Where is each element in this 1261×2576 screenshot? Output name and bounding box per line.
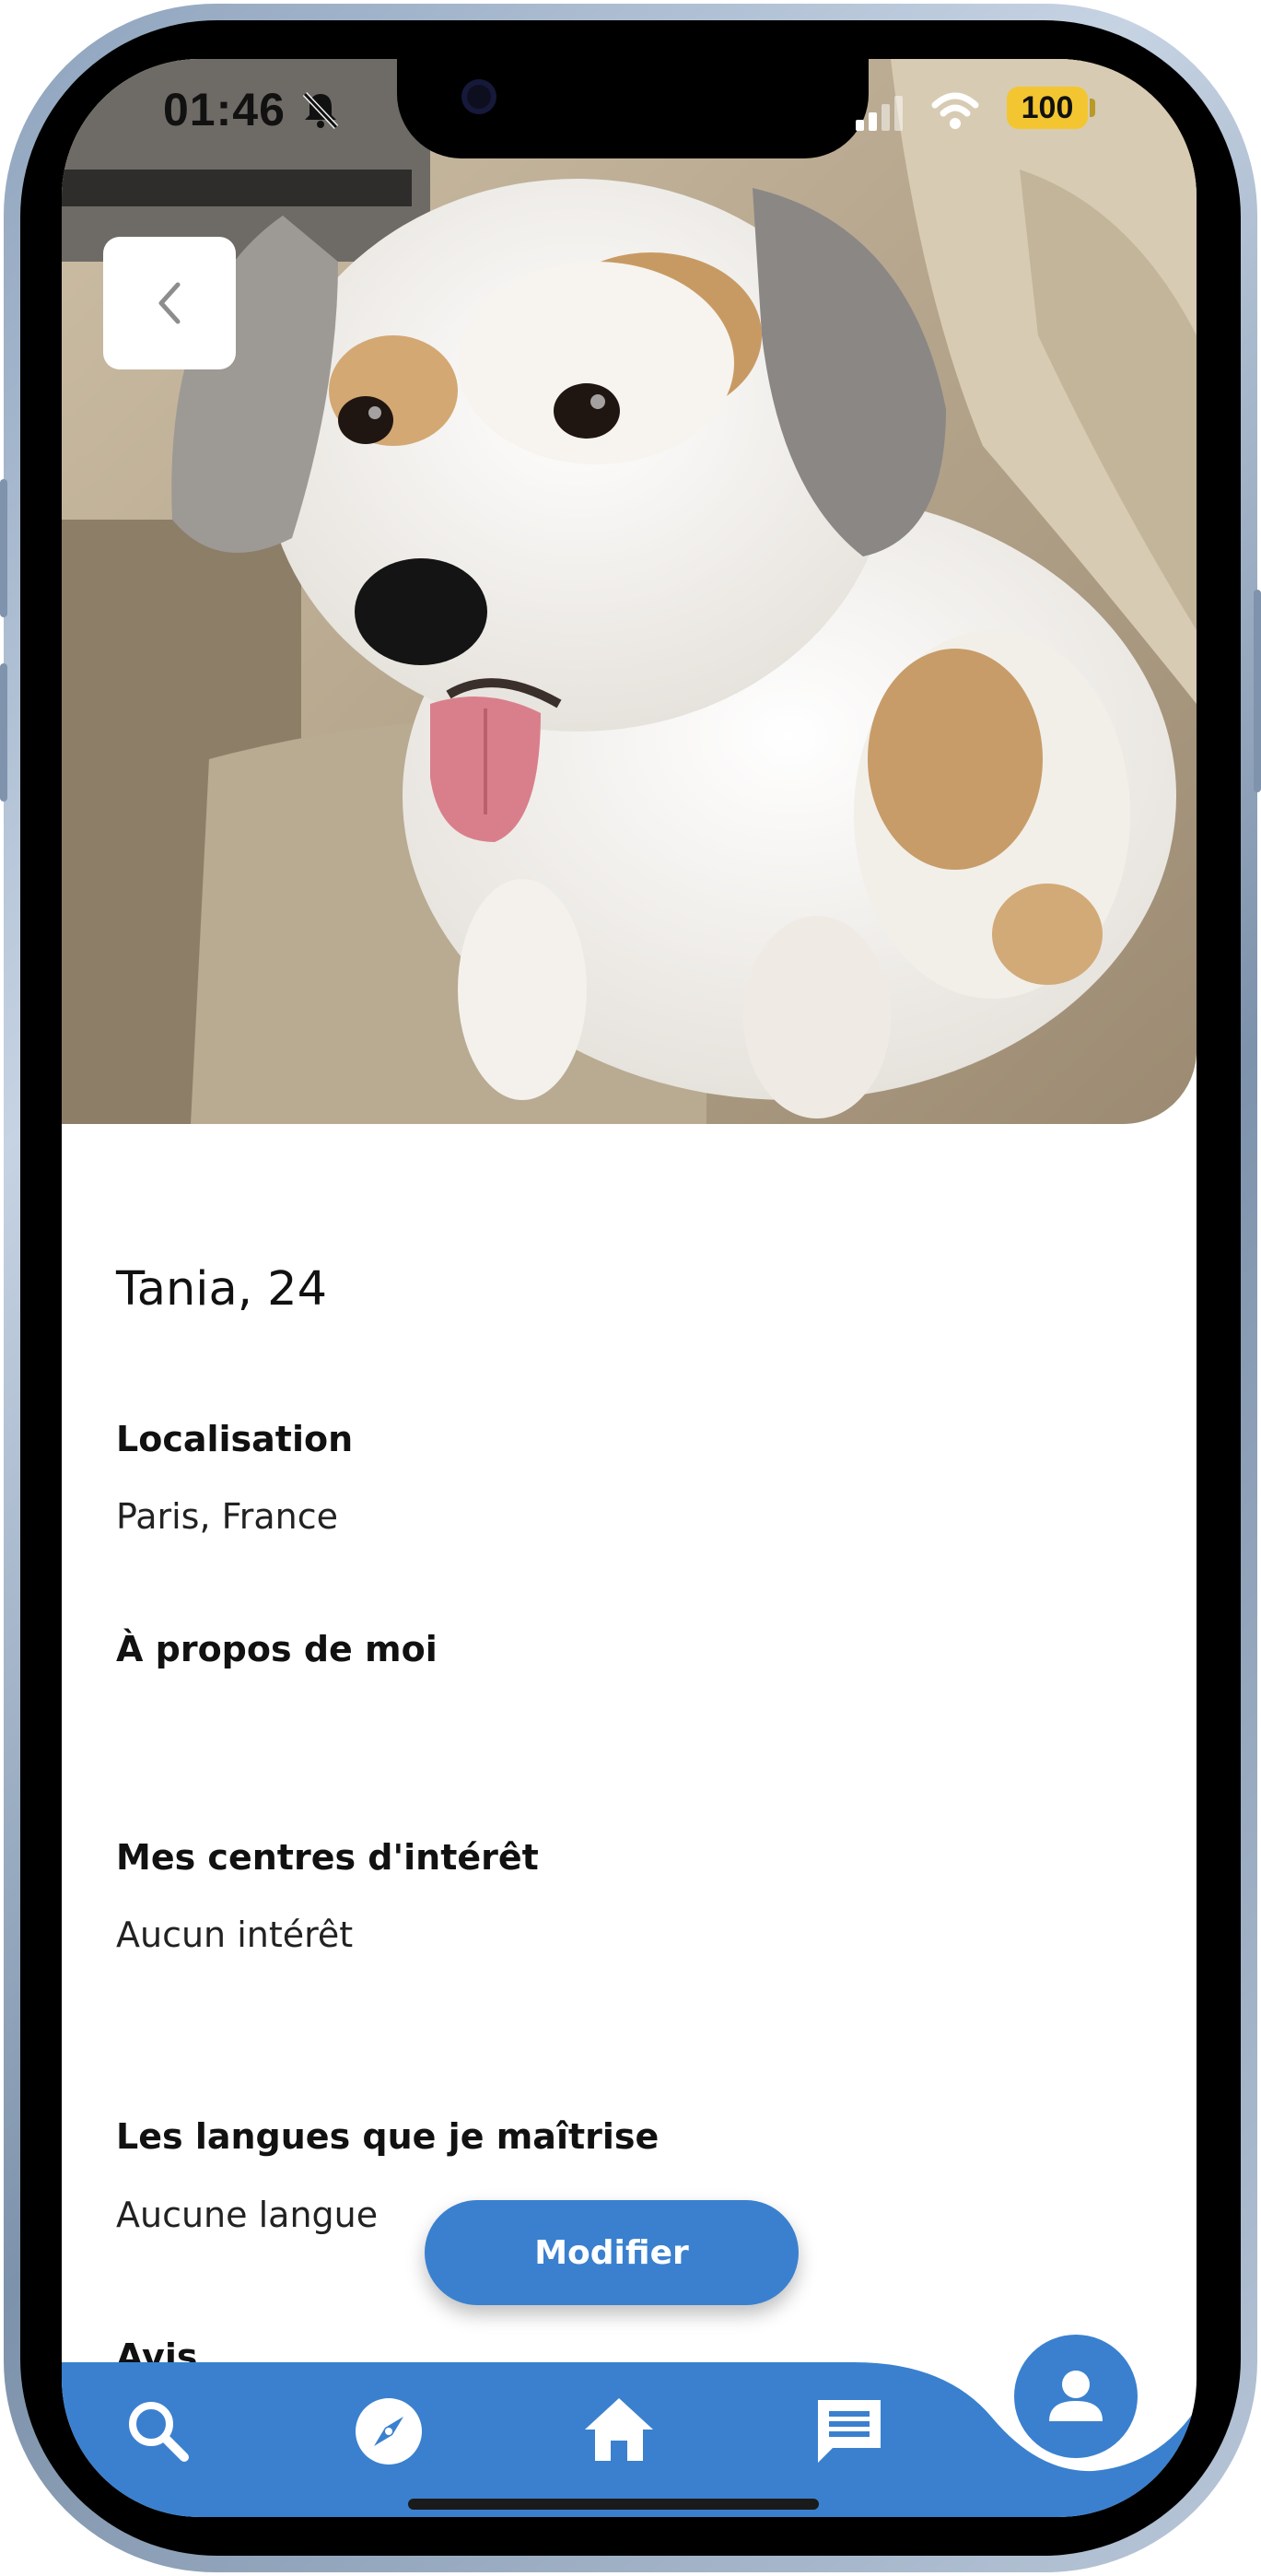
nav-search[interactable]	[117, 2390, 200, 2473]
side-button	[0, 479, 7, 617]
interests-label: Mes centres d'intérêt	[116, 1837, 539, 1878]
bell-slash-icon	[302, 91, 339, 130]
nav-messages[interactable]	[808, 2390, 891, 2473]
battery-indicator: 100	[1007, 87, 1088, 129]
back-button[interactable]	[103, 237, 236, 369]
languages-value: Aucune langue	[116, 2195, 379, 2235]
profile-photo	[62, 59, 1197, 1124]
side-button	[0, 663, 7, 802]
signal-icon	[856, 96, 903, 131]
location-value: Paris, France	[116, 1496, 338, 1537]
front-camera	[461, 79, 496, 114]
nav-explore[interactable]	[347, 2390, 430, 2473]
chevron-left-icon	[158, 282, 181, 324]
languages-label: Les langues que je maîtrise	[116, 2116, 660, 2157]
chat-icon	[818, 2400, 881, 2463]
home-icon	[585, 2398, 653, 2461]
profile-icon	[1049, 2371, 1103, 2421]
interests-value: Aucun intérêt	[116, 1914, 354, 1955]
nav-profile[interactable]	[1014, 2335, 1138, 2458]
search-icon	[129, 2402, 189, 2462]
home-indicator[interactable]	[408, 2499, 819, 2510]
modify-button[interactable]: Modifier	[425, 2200, 799, 2305]
wifi-icon	[931, 92, 979, 129]
side-button	[1254, 590, 1261, 792]
about-label: À propos de moi	[116, 1629, 438, 1669]
nav-home[interactable]	[578, 2388, 660, 2471]
battery-tip	[1090, 99, 1095, 117]
location-label: Localisation	[116, 1419, 354, 1459]
status-time: 01:46	[163, 84, 286, 135]
profile-name-age: Tania, 24	[116, 1262, 328, 1317]
dynamic-island	[397, 59, 869, 158]
app-screen: 01:46 100 Tania, 24 Localisation Paris, …	[62, 59, 1197, 2517]
compass-icon	[356, 2398, 422, 2465]
